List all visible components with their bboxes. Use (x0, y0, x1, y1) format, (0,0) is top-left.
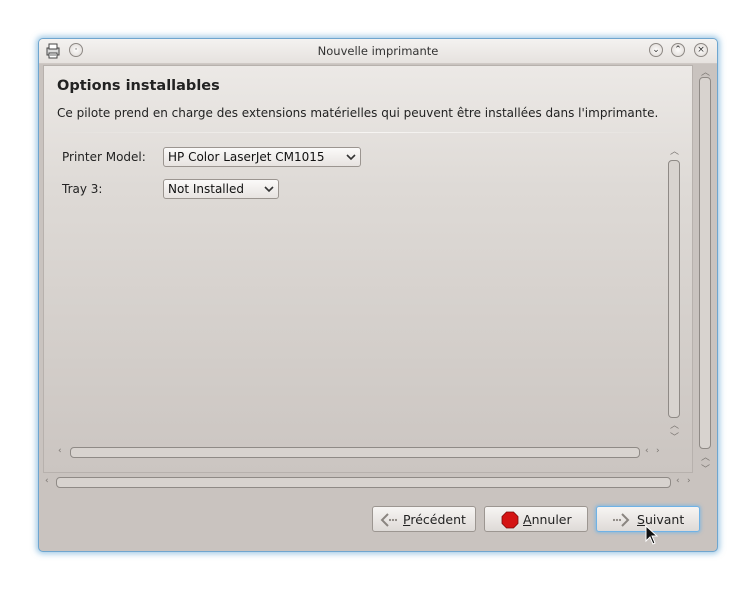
inner-horizontal-scrollbar[interactable] (70, 447, 640, 458)
minimize-button[interactable]: ⌄ (649, 43, 663, 57)
inner-vertical-scrollbar[interactable] (668, 160, 680, 418)
scroll-down-arrow[interactable]: ﹀ (670, 430, 679, 443)
tray3-value: Not Installed (168, 182, 244, 196)
arrow-right-icon (613, 513, 630, 527)
chevron-down-icon (264, 186, 274, 193)
scroll-left-arrow-right[interactable]: ‹ (645, 446, 649, 456)
dialog-window: · Nouvelle imprimante ⌄ ⌃ × Options inst… (38, 38, 718, 552)
scroll-up-arrow[interactable]: ︿ (670, 144, 679, 157)
outer-scroll-left-arrow-right[interactable]: ‹ (676, 476, 680, 486)
outer-scroll-down-arrow[interactable]: ﹀ (701, 462, 710, 475)
title-bar[interactable]: · Nouvelle imprimante ⌄ ⌃ × (39, 39, 717, 64)
stop-icon (501, 511, 519, 529)
scroll-right-arrow[interactable]: › (656, 446, 660, 456)
page-title: Options installables (57, 78, 220, 94)
outer-scroll-right-arrow[interactable]: › (687, 476, 691, 486)
outer-horizontal-scrollbar[interactable] (56, 477, 671, 488)
wizard-page: Options installables Ce pilote prend en … (43, 65, 693, 473)
scroll-left-arrow[interactable]: ‹ (58, 446, 62, 456)
printer-model-value: HP Color LaserJet CM1015 (168, 150, 325, 164)
page-description: Ce pilote prend en charge des extensions… (57, 106, 659, 120)
tray3-label: Tray 3: (62, 182, 103, 196)
back-button-label: Précédent (403, 512, 466, 527)
outer-scroll-left-arrow[interactable]: ‹ (45, 476, 49, 486)
printer-model-label: Printer Model: (62, 150, 146, 164)
separator (56, 132, 678, 133)
close-button[interactable]: × (694, 43, 708, 57)
window-title: Nouvelle imprimante (317, 44, 439, 58)
tray3-select[interactable]: Not Installed (163, 179, 279, 199)
printer-model-select[interactable]: HP Color LaserJet CM1015 (163, 147, 361, 167)
cancel-button[interactable]: Annuler (484, 506, 588, 532)
mouse-cursor-icon (645, 525, 659, 545)
cancel-button-label: Annuler (523, 512, 572, 527)
back-button[interactable]: Précédent (372, 506, 476, 532)
chevron-down-icon (346, 154, 356, 161)
outer-vertical-scrollbar[interactable] (699, 77, 711, 449)
maximize-button[interactable]: ⌃ (671, 43, 685, 57)
arrow-left-icon (380, 513, 397, 527)
